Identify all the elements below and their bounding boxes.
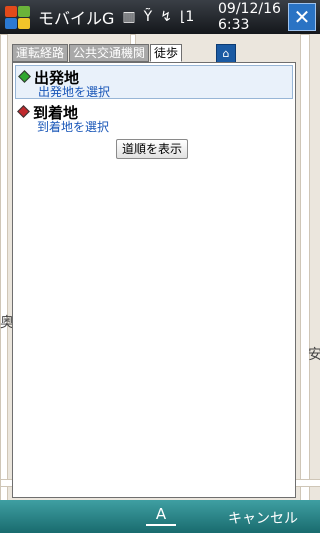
signal-icon[interactable]: Ỹ (144, 9, 153, 25)
battery-icon[interactable]: ▥ (122, 9, 135, 25)
map-pin-icon: ⌂ (216, 44, 236, 64)
map-label: 安 (308, 347, 320, 363)
destination-diamond-icon (17, 105, 30, 118)
show-route-button[interactable]: 道順を表示 (116, 139, 188, 159)
app-title: モバイルG (38, 9, 115, 28)
route-mode-tabs: 運転経路 公共交通機関 徒歩 (12, 44, 183, 62)
tab-public-transit[interactable]: 公共交通機関 (69, 44, 150, 62)
status-bar: モバイルG ▥ Ỹ ↯ ⌊1 09/12/16 6:33 ✕ (0, 0, 320, 34)
clock[interactable]: 09/12/16 6:33 (218, 1, 281, 33)
sync-icon[interactable]: ↯ (160, 9, 172, 25)
close-button[interactable]: ✕ (288, 3, 316, 31)
antenna-icon[interactable]: ⌊1 (180, 9, 194, 25)
destination-row[interactable]: 到着地 到着地を選択 (15, 101, 291, 135)
soft-key-bar: A キャンセル (0, 500, 320, 533)
route-panel: 出発地 出発地を選択 到着地 到着地を選択 道順を表示 (12, 62, 296, 498)
map-road (300, 34, 310, 502)
map-road (0, 34, 8, 502)
origin-row[interactable]: 出発地 出発地を選択 (15, 65, 293, 99)
windows-start-icon[interactable] (2, 2, 32, 32)
origin-select-link[interactable]: 出発地を選択 (38, 83, 110, 100)
cancel-button[interactable]: キャンセル (228, 508, 298, 528)
origin-diamond-icon (18, 70, 31, 83)
clock-time: 6:33 (218, 17, 250, 33)
tab-walking[interactable]: 徒歩 (150, 44, 183, 62)
tab-driving[interactable]: 運転経路 (12, 44, 69, 62)
input-panel-underline (146, 524, 176, 526)
destination-select-link[interactable]: 到着地を選択 (37, 118, 109, 135)
clock-date: 09/12/16 (218, 1, 281, 17)
